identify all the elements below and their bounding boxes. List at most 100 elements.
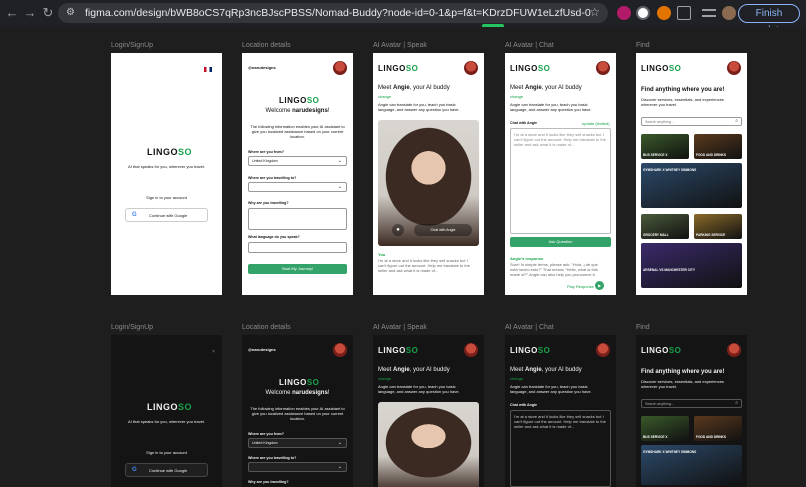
chat-frame-dark[interactable]: LINGOSO Meet Angie, your AI buddy change… <box>505 335 616 487</box>
angie-description: Angie can translate for you, teach you b… <box>378 102 460 112</box>
find-title: Find anything where you are! <box>641 87 725 93</box>
chat-textarea[interactable]: I'm at a store and it looks like they se… <box>510 128 611 234</box>
why-textarea[interactable] <box>248 208 347 230</box>
login-frame-light[interactable]: LINGOSO AI that speaks for you, wherever… <box>111 53 222 295</box>
search-input[interactable]: Search anything... ⌕ <box>641 399 742 408</box>
frame-label[interactable]: Location details <box>242 324 291 331</box>
find-description: Discover services, essentials, and exper… <box>641 379 724 389</box>
search-placeholder: Search anything... <box>645 402 674 406</box>
profile-circle-icon[interactable] <box>636 6 650 20</box>
lingoso-logo: LINGOSO <box>147 402 193 412</box>
why-label: Why are you travelling? <box>248 201 289 205</box>
angie-portrait <box>378 402 479 487</box>
media-control-icon[interactable] <box>702 9 716 17</box>
frame-label[interactable]: AI Avatar | Chat <box>505 42 554 49</box>
tile-parking[interactable]: PARKING SERVICE <box>694 214 742 239</box>
google-button-label: Continue with Google <box>149 213 188 218</box>
to-select[interactable]: ⌄ <box>248 462 347 472</box>
find-frame-dark[interactable]: LINGOSO Find anything where you are! Dis… <box>636 335 747 487</box>
tagline: AI that speaks for you, wherever you tra… <box>128 419 205 424</box>
ask-question-button[interactable]: Ask Question <box>510 237 611 247</box>
you-label: You <box>378 252 386 257</box>
tile-gymshark[interactable]: GYMSHARK X WHITNEY SIMMONS <box>641 163 742 208</box>
chevron-down-icon: ⌄ <box>337 464 342 470</box>
figma-canvas[interactable]: Login/SignUp Location details AI Avatar … <box>0 27 806 487</box>
back-icon[interactable]: ← <box>4 5 20 21</box>
angie-description: Angie can translate for you, teach you b… <box>510 102 592 112</box>
avatar[interactable] <box>727 61 741 75</box>
google-signin-button[interactable]: G Continue with Google <box>125 208 208 222</box>
start-journey-button[interactable]: Start My Journey! <box>248 264 347 274</box>
site-info-icon[interactable]: ⚙ <box>66 6 80 20</box>
google-button-label: Continue with Google <box>149 468 188 473</box>
meet-heading: Meet Angie, your AI buddy <box>510 367 582 373</box>
find-frame-light[interactable]: LINGOSO Find anything where you are! Dis… <box>636 53 747 295</box>
account-avatar[interactable] <box>722 6 736 20</box>
search-input[interactable]: Search anything... ⌕ <box>641 117 742 126</box>
frame-label[interactable]: AI Avatar | Speak <box>373 324 427 331</box>
lingoso-logo: LINGOSO <box>147 147 193 157</box>
sign-in-heading: Sign in to your account <box>146 450 187 455</box>
frame-label[interactable]: AI Avatar | Speak <box>373 42 427 49</box>
why-label: Why are you travelling? <box>248 480 289 484</box>
avatar[interactable] <box>596 61 610 75</box>
reload-icon[interactable]: ↻ <box>40 5 56 21</box>
location-frame-dark[interactable]: @narudesigns LINGOSO Welcome narudesigns… <box>242 335 353 487</box>
language-input[interactable] <box>248 242 347 253</box>
chat-frame-light[interactable]: LINGOSO Meet Angie, your AI buddy change… <box>505 53 616 295</box>
change-link[interactable]: change <box>378 94 391 99</box>
change-link[interactable]: change <box>378 376 391 381</box>
location-frame-light[interactable]: @narudesigns LINGOSO Welcome narudesigns… <box>242 53 353 295</box>
chat-with-angie-button[interactable]: Chat with Angie <box>414 224 472 236</box>
frame-label[interactable]: Find <box>636 42 650 49</box>
frame-label[interactable]: AI Avatar | Chat <box>505 324 554 331</box>
from-select[interactable]: United Kingdom ⌄ <box>248 156 347 166</box>
tile-food-drinks[interactable]: FOOD AND DRINKS <box>694 416 742 441</box>
login-frame-dark[interactable]: × LINGOSO AI that speaks for you, wherev… <box>111 335 222 487</box>
frame-label[interactable]: Find <box>636 324 650 331</box>
tile-bus-service[interactable]: BUS SERVICE X <box>641 416 689 441</box>
play-icon[interactable]: ▶ <box>595 281 604 290</box>
chat-message: I'm at a store and it looks like they se… <box>514 132 606 147</box>
lingoso-logo: LINGOSO <box>378 346 419 355</box>
tile-gymshark[interactable]: GYMSHARK X WHITNEY SIMMONS <box>641 445 742 485</box>
avatar[interactable] <box>464 343 478 357</box>
find-description: Discover services, essentials, and exper… <box>641 97 724 107</box>
frame-label[interactable]: Login/SignUp <box>111 324 153 331</box>
tile-bus-service[interactable]: BUS SERVICE X <box>641 134 689 159</box>
uk-flag-icon[interactable] <box>204 67 212 72</box>
from-select[interactable]: United Kingdom ⌄ <box>248 438 347 448</box>
change-link[interactable]: change <box>510 376 523 381</box>
avatar[interactable] <box>333 343 347 357</box>
puzzle-icon[interactable] <box>677 6 691 20</box>
tile-food-drinks[interactable]: FOOD AND DRINKS <box>694 134 742 159</box>
avatar[interactable] <box>333 61 347 75</box>
microphone-icon[interactable]: ● <box>392 224 404 236</box>
speak-frame-dark[interactable]: LINGOSO Meet Angie, your AI buddy change… <box>373 335 484 487</box>
finish-update-button[interactable]: Finish update <box>738 4 800 36</box>
frame-label[interactable]: Location details <box>242 42 291 49</box>
avatar[interactable] <box>727 343 741 357</box>
address-bar[interactable]: ⚙ figma.com/design/bWB8oCS7qRp3ncBJscPBS… <box>58 3 608 23</box>
language-label: What language do you speak? <box>248 235 300 239</box>
lingoso-logo: LINGOSO <box>378 64 419 73</box>
chat-textarea[interactable]: I'm at a store and it looks like they se… <box>510 410 611 487</box>
to-select[interactable]: ⌄ <box>248 182 347 192</box>
update-link[interactable]: update (limited) <box>582 121 610 126</box>
chat-label: Chat with Angie <box>510 121 538 125</box>
lingoso-logo: LINGOSO <box>279 378 320 387</box>
speak-frame-light[interactable]: LINGOSO Meet Angie, your AI buddy change… <box>373 53 484 295</box>
avatar[interactable] <box>464 61 478 75</box>
extension-icon[interactable] <box>617 6 631 20</box>
extension-icon[interactable] <box>657 6 671 20</box>
google-signin-button[interactable]: G Continue with Google <box>125 463 208 477</box>
avatar[interactable] <box>596 343 610 357</box>
lingoso-logo: LINGOSO <box>641 346 682 355</box>
change-link[interactable]: change <box>510 94 523 99</box>
frame-label[interactable]: Login/SignUp <box>111 42 153 49</box>
tile-grocery[interactable]: GROCERY MALL <box>641 214 689 239</box>
forward-icon[interactable]: → <box>22 5 38 21</box>
tile-arsenal[interactable]: ARSENAL VS MANCHESTER CITY <box>641 243 742 288</box>
bookmark-star-icon[interactable]: ☆ <box>589 5 600 19</box>
close-icon[interactable]: × <box>212 349 215 355</box>
